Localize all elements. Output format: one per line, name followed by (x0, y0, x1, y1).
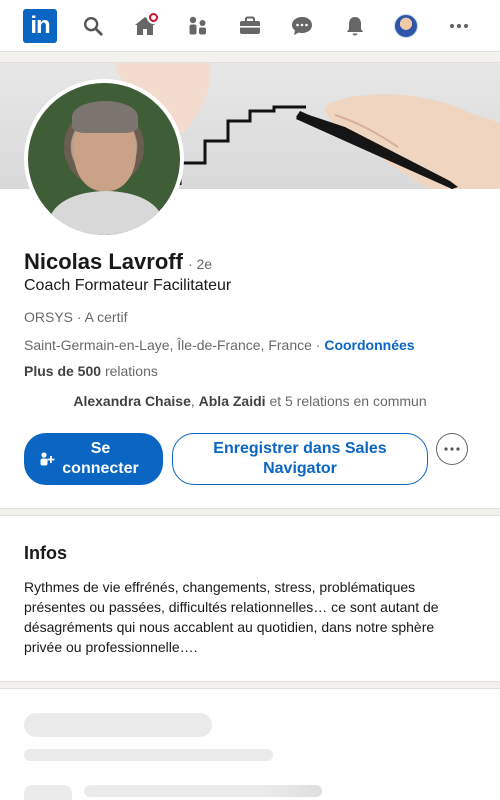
search-icon[interactable] (76, 9, 110, 43)
connections-label: relations (104, 363, 158, 379)
mutual-connections[interactable]: Alexandra Chaise, Abla Zaidi et 5 relati… (0, 393, 500, 409)
ellipsis-icon (444, 447, 460, 451)
mutual-name-2: Abla Zaidi (198, 393, 266, 409)
loading-skeleton-card (0, 688, 500, 800)
jobs-icon[interactable] (233, 9, 267, 43)
skeleton-line-subtitle (24, 749, 273, 761)
logo-text: in (30, 12, 50, 39)
name-row: Nicolas Lavroff · 2e (24, 249, 212, 275)
connect-button[interactable]: Se connecter (24, 433, 163, 485)
mutual-name-1: Alexandra Chaise (73, 393, 191, 409)
add-connection-icon (40, 452, 55, 466)
infos-card: Infos Rythmes de vie effrénés, changemen… (0, 515, 500, 682)
top-nav: in (0, 0, 500, 52)
connections-count[interactable]: Plus de 500 relations (24, 363, 158, 379)
messaging-icon[interactable] (285, 9, 319, 43)
connection-degree: · 2e (187, 256, 213, 272)
profile-company: ORSYS · A certif (24, 309, 128, 325)
infos-text: Rythmes de vie effrénés, changements, st… (24, 579, 439, 655)
avatar (394, 14, 418, 38)
notifications-icon[interactable] (338, 9, 372, 43)
notification-badge (147, 11, 160, 24)
infos-title: Infos (24, 543, 67, 563)
connections-number: Plus de 500 (24, 363, 102, 379)
linkedin-logo[interactable]: in (23, 9, 57, 43)
profile-name: Nicolas Lavroff (24, 249, 183, 274)
skeleton-thumbnail (24, 785, 72, 800)
mutual-separator: , (190, 393, 195, 409)
more-actions-button[interactable] (436, 433, 468, 465)
skeleton-line-title (24, 713, 212, 737)
photo-shirt (50, 191, 162, 235)
profile-photo[interactable] (24, 79, 184, 239)
me-avatar[interactable] (389, 9, 423, 43)
skeleton-line-item (84, 785, 322, 797)
more-icon[interactable] (442, 9, 476, 43)
location-text: Saint-Germain-en-Laye, Île-de-France, Fr… (24, 337, 321, 353)
profile-headline: Coach Formateur Facilitateur (24, 277, 232, 294)
connect-label: Se connecter (62, 440, 139, 477)
home-icon[interactable] (128, 9, 162, 43)
network-icon[interactable] (181, 9, 215, 43)
profile-location: Saint-Germain-en-Laye, Île-de-France, Fr… (24, 337, 415, 353)
mutual-rest: et 5 relations en commun (269, 393, 427, 409)
profile-card: Nicolas Lavroff · 2e Coach Formateur Fac… (0, 62, 500, 509)
photo-hair (72, 101, 138, 133)
save-sales-navigator-button[interactable]: Enregistrer dans Sales Navigator (172, 433, 428, 485)
contact-info-link[interactable]: Coordonnées (324, 337, 414, 353)
